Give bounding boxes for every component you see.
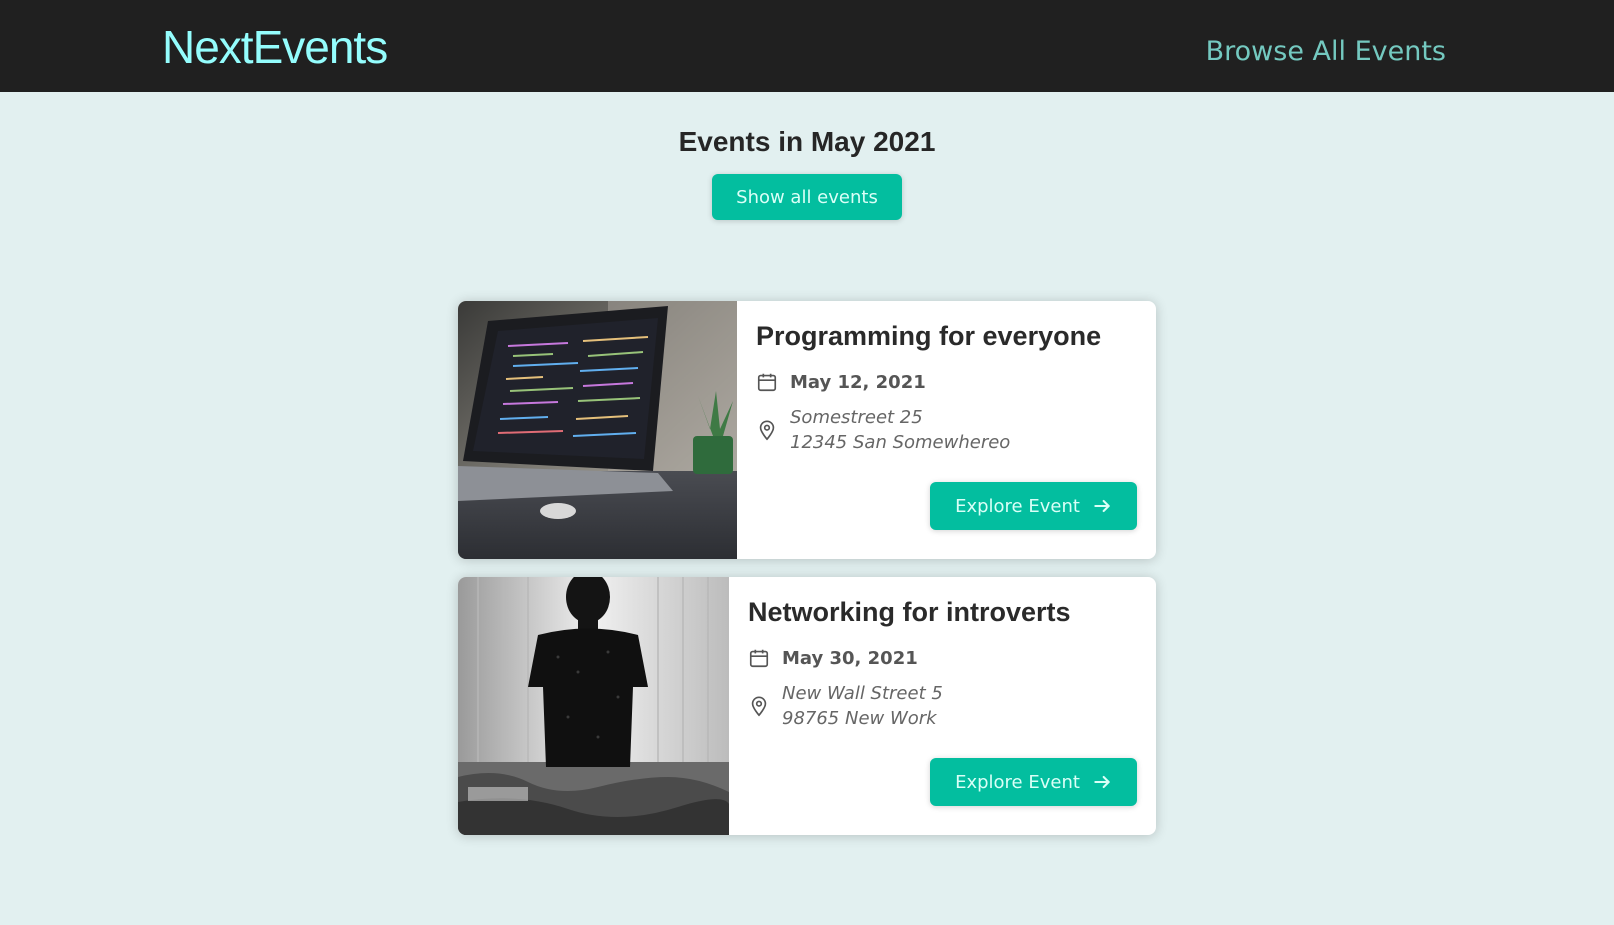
calendar-icon bbox=[757, 373, 777, 392]
event-address: New Wall Street 5 98765 New Work bbox=[782, 681, 943, 731]
location-pin-icon bbox=[759, 420, 775, 441]
event-card: Programming for everyone May 12, 2021 So… bbox=[458, 301, 1156, 559]
event-date: May 12, 2021 bbox=[790, 371, 926, 393]
arrow-right-icon bbox=[1094, 775, 1110, 789]
event-image bbox=[458, 301, 737, 559]
location-pin-icon bbox=[751, 696, 767, 717]
event-image bbox=[458, 577, 729, 835]
explore-event-button[interactable]: Explore Event bbox=[930, 482, 1137, 530]
event-date-row: May 30, 2021 bbox=[748, 647, 918, 669]
event-address-line2: 12345 San Somewhereo bbox=[790, 432, 1011, 453]
explore-event-label: Explore Event bbox=[955, 771, 1080, 793]
calendar-icon bbox=[749, 649, 769, 668]
logo-link[interactable]: NextEvents bbox=[162, 20, 388, 74]
event-address-row: New Wall Street 5 98765 New Work bbox=[748, 681, 943, 731]
event-title: Networking for introverts bbox=[748, 597, 1071, 627]
event-address-line1: New Wall Street 5 bbox=[782, 683, 943, 704]
arrow-right-icon bbox=[1094, 499, 1110, 513]
event-card: Networking for introverts May 30, 2021 N… bbox=[458, 577, 1156, 835]
event-address-row: Somestreet 25 12345 San Somewhereo bbox=[756, 405, 1010, 455]
event-content: Programming for everyone May 12, 2021 So… bbox=[737, 301, 1156, 559]
show-all-events-button[interactable]: Show all events bbox=[712, 174, 902, 220]
site-header: NextEvents Browse All Events bbox=[0, 0, 1614, 92]
event-date-row: May 12, 2021 bbox=[756, 371, 926, 393]
event-title: Programming for everyone bbox=[756, 321, 1102, 351]
page-title: Events in May 2021 bbox=[678, 126, 936, 157]
explore-event-label: Explore Event bbox=[955, 495, 1080, 517]
event-address-line2: 98765 New Work bbox=[782, 708, 937, 729]
event-content: Networking for introverts May 30, 2021 N… bbox=[729, 577, 1156, 835]
explore-event-button[interactable]: Explore Event bbox=[930, 758, 1137, 806]
event-date: May 30, 2021 bbox=[782, 647, 918, 669]
event-address: Somestreet 25 12345 San Somewhereo bbox=[790, 405, 1010, 455]
browse-all-events-link[interactable]: Browse All Events bbox=[1206, 36, 1446, 67]
event-address-line1: Somestreet 25 bbox=[790, 407, 923, 428]
